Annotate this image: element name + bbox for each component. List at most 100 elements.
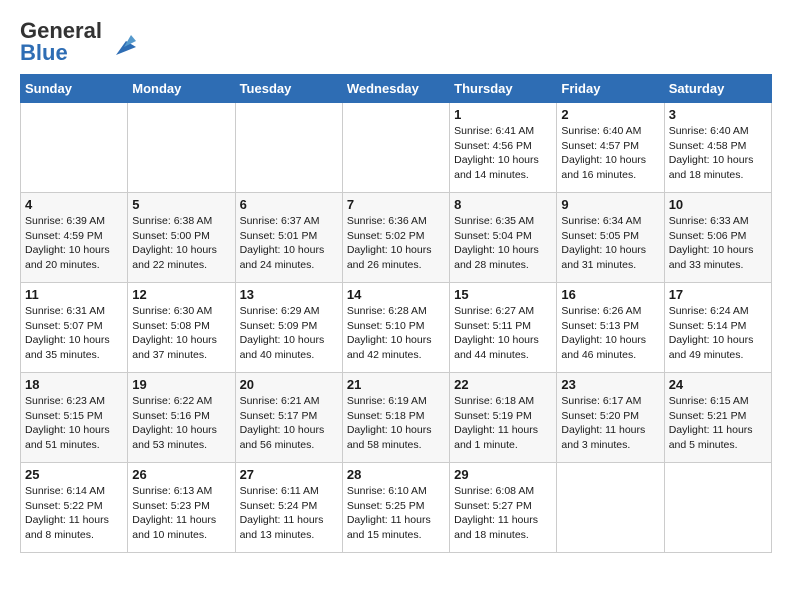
day-number: 21 <box>347 377 445 392</box>
day-info: Sunrise: 6:33 AMSunset: 5:06 PMDaylight:… <box>669 214 767 273</box>
calendar-cell <box>664 463 771 553</box>
day-info: Sunrise: 6:36 AMSunset: 5:02 PMDaylight:… <box>347 214 445 273</box>
logo-icon <box>106 27 136 57</box>
day-info: Sunrise: 6:17 AMSunset: 5:20 PMDaylight:… <box>561 394 659 453</box>
calendar-cell: 11 Sunrise: 6:31 AMSunset: 5:07 PMDayligh… <box>21 283 128 373</box>
calendar-table: SundayMondayTuesdayWednesdayThursdayFrid… <box>20 74 772 553</box>
day-number: 12 <box>132 287 230 302</box>
day-number: 6 <box>240 197 338 212</box>
day-info: Sunrise: 6:30 AMSunset: 5:08 PMDaylight:… <box>132 304 230 363</box>
column-header-wednesday: Wednesday <box>342 75 449 103</box>
calendar-cell: 6 Sunrise: 6:37 AMSunset: 5:01 PMDaylight… <box>235 193 342 283</box>
calendar-cell: 12 Sunrise: 6:30 AMSunset: 5:08 PMDayligh… <box>128 283 235 373</box>
calendar-cell: 14 Sunrise: 6:28 AMSunset: 5:10 PMDayligh… <box>342 283 449 373</box>
day-number: 25 <box>25 467 123 482</box>
day-info: Sunrise: 6:24 AMSunset: 5:14 PMDaylight:… <box>669 304 767 363</box>
calendar-week-row: 18 Sunrise: 6:23 AMSunset: 5:15 PMDayligh… <box>21 373 772 463</box>
calendar-header-row: SundayMondayTuesdayWednesdayThursdayFrid… <box>21 75 772 103</box>
calendar-week-row: 11 Sunrise: 6:31 AMSunset: 5:07 PMDayligh… <box>21 283 772 373</box>
day-info: Sunrise: 6:14 AMSunset: 5:22 PMDaylight:… <box>25 484 123 543</box>
day-number: 26 <box>132 467 230 482</box>
day-number: 5 <box>132 197 230 212</box>
calendar-cell <box>128 103 235 193</box>
day-info: Sunrise: 6:10 AMSunset: 5:25 PMDaylight:… <box>347 484 445 543</box>
calendar-cell: 28 Sunrise: 6:10 AMSunset: 5:25 PMDayligh… <box>342 463 449 553</box>
calendar-cell: 21 Sunrise: 6:19 AMSunset: 5:18 PMDayligh… <box>342 373 449 463</box>
calendar-cell: 22 Sunrise: 6:18 AMSunset: 5:19 PMDayligh… <box>450 373 557 463</box>
day-number: 10 <box>669 197 767 212</box>
day-info: Sunrise: 6:15 AMSunset: 5:21 PMDaylight:… <box>669 394 767 453</box>
day-number: 9 <box>561 197 659 212</box>
calendar-cell: 10 Sunrise: 6:33 AMSunset: 5:06 PMDayligh… <box>664 193 771 283</box>
day-number: 2 <box>561 107 659 122</box>
day-info: Sunrise: 6:29 AMSunset: 5:09 PMDaylight:… <box>240 304 338 363</box>
calendar-cell <box>235 103 342 193</box>
day-info: Sunrise: 6:31 AMSunset: 5:07 PMDaylight:… <box>25 304 123 363</box>
calendar-cell: 17Sunrise: 6:24 AMSunset: 5:14 PMDayligh… <box>664 283 771 373</box>
calendar-cell <box>557 463 664 553</box>
day-info: Sunrise: 6:37 AMSunset: 5:01 PMDaylight:… <box>240 214 338 273</box>
calendar-week-row: 25 Sunrise: 6:14 AMSunset: 5:22 PMDayligh… <box>21 463 772 553</box>
day-number: 20 <box>240 377 338 392</box>
day-info: Sunrise: 6:13 AMSunset: 5:23 PMDaylight:… <box>132 484 230 543</box>
calendar-cell: 23 Sunrise: 6:17 AMSunset: 5:20 PMDayligh… <box>557 373 664 463</box>
calendar-cell: 19 Sunrise: 6:22 AMSunset: 5:16 PMDayligh… <box>128 373 235 463</box>
day-number: 1 <box>454 107 552 122</box>
day-number: 14 <box>347 287 445 302</box>
calendar-cell: 18 Sunrise: 6:23 AMSunset: 5:15 PMDayligh… <box>21 373 128 463</box>
calendar-cell: 27Sunrise: 6:11 AMSunset: 5:24 PMDayligh… <box>235 463 342 553</box>
page-header: General Blue <box>20 20 772 64</box>
calendar-cell <box>342 103 449 193</box>
calendar-cell: 20 Sunrise: 6:21 AMSunset: 5:17 PMDayligh… <box>235 373 342 463</box>
day-number: 8 <box>454 197 552 212</box>
day-number: 22 <box>454 377 552 392</box>
day-number: 11 <box>25 287 123 302</box>
day-info: Sunrise: 6:28 AMSunset: 5:10 PMDaylight:… <box>347 304 445 363</box>
calendar-week-row: 1 Sunrise: 6:41 AMSunset: 4:56 PMDaylight… <box>21 103 772 193</box>
calendar-cell <box>21 103 128 193</box>
calendar-cell: 25 Sunrise: 6:14 AMSunset: 5:22 PMDayligh… <box>21 463 128 553</box>
logo: General Blue <box>20 20 136 64</box>
day-info: Sunrise: 6:38 AMSunset: 5:00 PMDaylight:… <box>132 214 230 273</box>
day-number: 29 <box>454 467 552 482</box>
day-info: Sunrise: 6:23 AMSunset: 5:15 PMDaylight:… <box>25 394 123 453</box>
day-info: Sunrise: 6:27 AMSunset: 5:11 PMDaylight:… <box>454 304 552 363</box>
day-number: 18 <box>25 377 123 392</box>
column-header-tuesday: Tuesday <box>235 75 342 103</box>
calendar-cell: 1 Sunrise: 6:41 AMSunset: 4:56 PMDaylight… <box>450 103 557 193</box>
logo-text: General Blue <box>20 20 102 64</box>
day-info: Sunrise: 6:08 AMSunset: 5:27 PMDaylight:… <box>454 484 552 543</box>
day-info: Sunrise: 6:35 AMSunset: 5:04 PMDaylight:… <box>454 214 552 273</box>
day-number: 15 <box>454 287 552 302</box>
day-info: Sunrise: 6:40 AMSunset: 4:58 PMDaylight:… <box>669 124 767 183</box>
day-number: 24 <box>669 377 767 392</box>
calendar-cell: 26 Sunrise: 6:13 AMSunset: 5:23 PMDayligh… <box>128 463 235 553</box>
day-info: Sunrise: 6:41 AMSunset: 4:56 PMDaylight:… <box>454 124 552 183</box>
logo-blue: Blue <box>20 40 68 65</box>
day-number: 19 <box>132 377 230 392</box>
day-info: Sunrise: 6:39 AMSunset: 4:59 PMDaylight:… <box>25 214 123 273</box>
day-info: Sunrise: 6:22 AMSunset: 5:16 PMDaylight:… <box>132 394 230 453</box>
calendar-cell: 13Sunrise: 6:29 AMSunset: 5:09 PMDayligh… <box>235 283 342 373</box>
calendar-cell: 2 Sunrise: 6:40 AMSunset: 4:57 PMDaylight… <box>557 103 664 193</box>
calendar-cell: 9Sunrise: 6:34 AMSunset: 5:05 PMDaylight… <box>557 193 664 283</box>
calendar-cell: 8 Sunrise: 6:35 AMSunset: 5:04 PMDaylight… <box>450 193 557 283</box>
day-info: Sunrise: 6:18 AMSunset: 5:19 PMDaylight:… <box>454 394 552 453</box>
day-info: Sunrise: 6:11 AMSunset: 5:24 PMDaylight:… <box>240 484 338 543</box>
calendar-cell: 16 Sunrise: 6:26 AMSunset: 5:13 PMDayligh… <box>557 283 664 373</box>
column-header-sunday: Sunday <box>21 75 128 103</box>
day-info: Sunrise: 6:40 AMSunset: 4:57 PMDaylight:… <box>561 124 659 183</box>
column-header-monday: Monday <box>128 75 235 103</box>
day-number: 28 <box>347 467 445 482</box>
day-number: 3 <box>669 107 767 122</box>
calendar-cell: 3 Sunrise: 6:40 AMSunset: 4:58 PMDaylight… <box>664 103 771 193</box>
calendar-cell: 29 Sunrise: 6:08 AMSunset: 5:27 PMDayligh… <box>450 463 557 553</box>
day-number: 16 <box>561 287 659 302</box>
day-number: 7 <box>347 197 445 212</box>
day-info: Sunrise: 6:21 AMSunset: 5:17 PMDaylight:… <box>240 394 338 453</box>
calendar-cell: 7 Sunrise: 6:36 AMSunset: 5:02 PMDaylight… <box>342 193 449 283</box>
day-info: Sunrise: 6:19 AMSunset: 5:18 PMDaylight:… <box>347 394 445 453</box>
day-number: 23 <box>561 377 659 392</box>
day-info: Sunrise: 6:26 AMSunset: 5:13 PMDaylight:… <box>561 304 659 363</box>
day-number: 4 <box>25 197 123 212</box>
